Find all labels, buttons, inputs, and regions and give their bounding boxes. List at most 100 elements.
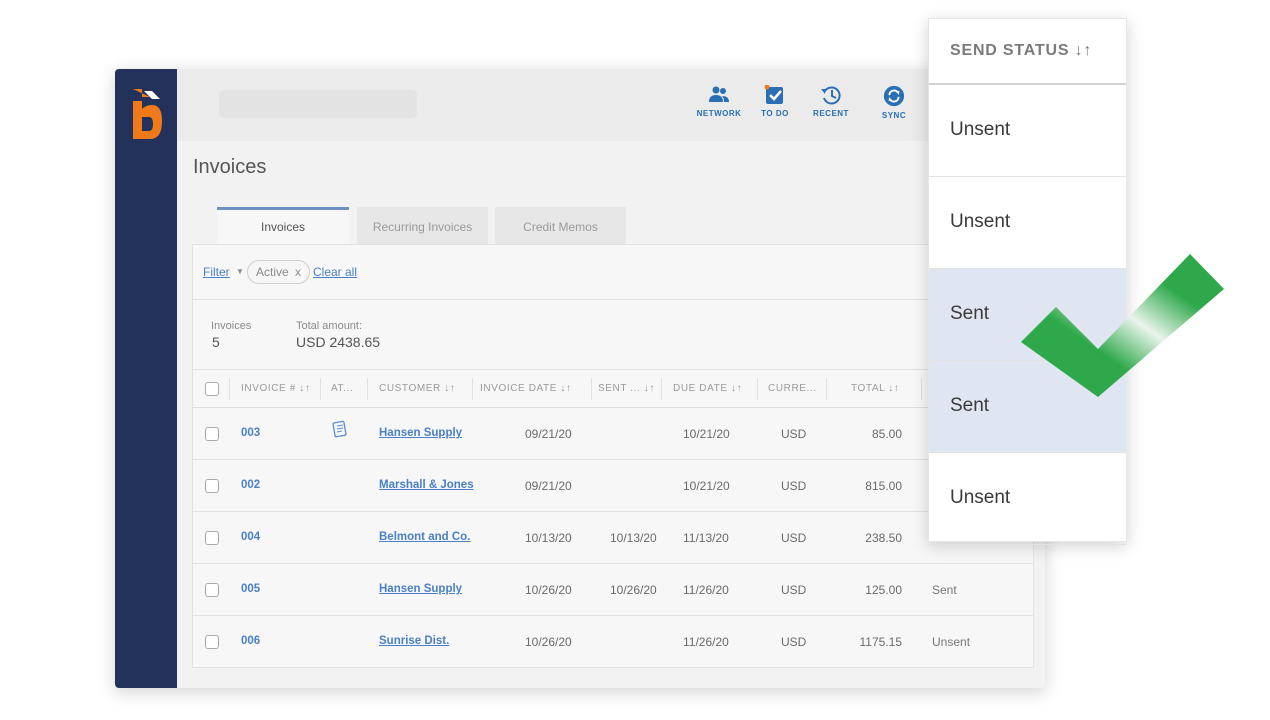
invoice-total: 125.00 xyxy=(865,583,902,597)
column-divider xyxy=(921,378,922,400)
header-total[interactable]: TOTAL ↓↑ xyxy=(851,383,900,394)
sync-icon xyxy=(883,85,905,107)
header-customer[interactable]: CUSTOMER ↓↑ xyxy=(379,383,455,394)
left-rail xyxy=(115,69,177,688)
nav-sync-label: SYNC xyxy=(881,111,907,120)
header-sent-date[interactable]: SENT ... ↓↑ xyxy=(598,383,655,394)
customer-link[interactable]: Hansen Supply xyxy=(379,427,462,439)
row-checkbox[interactable] xyxy=(205,635,219,649)
invoices-panel: Filter ▼ Active x Clear all Invoices 5 T… xyxy=(192,244,1034,668)
nav-todo-button[interactable]: TO DO xyxy=(746,85,804,133)
search-input[interactable] xyxy=(219,90,417,118)
column-divider xyxy=(229,378,230,400)
invoice-number-link[interactable]: 003 xyxy=(241,427,260,439)
stage: NETWORK TO DO RECENT SYNC Invoices Invoi… xyxy=(0,0,1270,720)
tab-credit-memos[interactable]: Credit Memos xyxy=(495,207,626,244)
send-status: Unsent xyxy=(932,635,971,649)
clear-all-link[interactable]: Clear all xyxy=(313,265,357,279)
currency: USD xyxy=(781,583,807,597)
invoice-date: 10/26/20 xyxy=(525,583,572,597)
nav-network-button[interactable]: NETWORK xyxy=(690,85,748,133)
invoices-count-value: 5 xyxy=(212,334,220,350)
due-date: 11/26/20 xyxy=(683,583,729,597)
send-status-value: Unsent xyxy=(950,487,1011,508)
due-date: 10/21/20 xyxy=(683,479,730,493)
currency: USD xyxy=(781,479,807,493)
invoice-date: 09/21/20 xyxy=(525,427,572,441)
active-filter-label: Active xyxy=(256,265,289,279)
send-status-value: Sent xyxy=(950,303,990,324)
app-window: NETWORK TO DO RECENT SYNC Invoices Invoi… xyxy=(115,69,1045,688)
due-date: 11/26/20 xyxy=(683,635,729,649)
invoice-number-link[interactable]: 005 xyxy=(241,583,260,595)
invoice-total: 1175.15 xyxy=(859,635,903,649)
table-header: INVOICE # ↓↑ AT... CUSTOMER ↓↑ INVOICE D… xyxy=(193,370,1033,408)
page-title: Invoices xyxy=(193,156,267,178)
header-invoice-number[interactable]: INVOICE # ↓↑ xyxy=(241,383,310,394)
active-filter-chip[interactable]: Active x xyxy=(247,260,311,284)
send-status-row: Unsent xyxy=(929,453,1126,545)
header-attachment[interactable]: AT... xyxy=(331,383,353,394)
due-date: 10/21/20 xyxy=(683,427,730,441)
tab-invoices[interactable]: Invoices xyxy=(217,207,349,244)
nav-recent-button[interactable]: RECENT xyxy=(802,85,860,133)
column-divider xyxy=(661,378,662,400)
customer-link[interactable]: Sunrise Dist. xyxy=(379,635,449,647)
table-row[interactable]: 003 Hansen Supply 09/21/20 10/21/20 USD 85.00 xyxy=(193,408,1033,460)
customer-link[interactable]: Belmont and Co. xyxy=(379,531,470,543)
table-row[interactable]: 006 Sunrise Dist. 10/26/20 11/26/20 USD 1175.… xyxy=(193,616,1033,668)
nav-sync-button[interactable]: SYNC xyxy=(865,85,923,133)
invoice-summary: Invoices 5 Total amount: USD 2438.65 xyxy=(193,300,1033,370)
network-icon xyxy=(709,86,729,102)
table-row[interactable]: 005 Hansen Supply 10/26/20 10/26/20 11/26/20… xyxy=(193,564,1033,616)
top-bar: NETWORK TO DO RECENT SYNC xyxy=(177,69,1045,141)
send-status-value: Unsent xyxy=(950,211,1011,232)
send-status-row: Unsent xyxy=(929,85,1126,177)
customer-link[interactable]: Marshall & Jones xyxy=(379,479,474,491)
nav-todo-label: TO DO xyxy=(761,109,789,118)
table-row[interactable]: 004 Belmont and Co. 10/13/20 10/13/20 11/13/… xyxy=(193,512,1033,564)
chip-close-icon[interactable]: x xyxy=(295,265,301,279)
invoice-number-link[interactable]: 002 xyxy=(241,479,260,491)
invoice-number-link[interactable]: 004 xyxy=(241,531,260,543)
invoice-total: 85.00 xyxy=(871,427,902,441)
row-checkbox[interactable] xyxy=(205,531,219,545)
table-row[interactable]: 002 Marshall & Jones 09/21/20 10/21/20 USD 81… xyxy=(193,460,1033,512)
attachment-icon[interactable] xyxy=(331,420,349,441)
send-status-header-label: SEND STATUS ↓↑ xyxy=(950,42,1093,59)
recent-icon xyxy=(821,86,841,105)
todo-icon xyxy=(764,85,783,104)
header-invoice-date[interactable]: INVOICE DATE ↓↑ xyxy=(480,383,572,394)
select-all-checkbox[interactable] xyxy=(205,382,219,396)
send-status-value: Unsent xyxy=(950,119,1011,140)
total-amount-label: Total amount: xyxy=(296,320,363,332)
invoice-date: 10/26/20 xyxy=(525,635,572,649)
invoice-number-link[interactable]: 006 xyxy=(241,635,260,647)
send-status: Sent xyxy=(932,583,957,597)
tab-recurring-invoices[interactable]: Recurring Invoices xyxy=(357,207,488,244)
column-divider xyxy=(472,378,473,400)
brand-logo-icon[interactable] xyxy=(130,87,164,141)
send-status-header[interactable]: SEND STATUS ↓↑ xyxy=(929,19,1126,85)
invoice-total: 815.00 xyxy=(865,479,902,493)
chevron-down-icon[interactable]: ▼ xyxy=(236,267,244,276)
invoices-count-label: Invoices xyxy=(211,320,252,332)
filter-button[interactable]: Filter xyxy=(203,265,230,279)
header-currency[interactable]: CURRE... xyxy=(768,383,817,394)
row-checkbox[interactable] xyxy=(205,427,219,441)
row-checkbox[interactable] xyxy=(205,479,219,493)
column-divider xyxy=(320,378,321,400)
currency: USD xyxy=(781,531,807,545)
header-due-date[interactable]: DUE DATE ↓↑ xyxy=(673,383,742,394)
sent-date: 10/26/20 xyxy=(610,583,657,597)
column-divider xyxy=(757,378,758,400)
customer-link[interactable]: Hansen Supply xyxy=(379,583,462,595)
invoice-date: 10/13/20 xyxy=(525,531,572,545)
nav-recent-label: RECENT xyxy=(813,109,849,118)
invoice-date: 09/21/20 xyxy=(525,479,572,493)
currency: USD xyxy=(781,635,807,649)
column-divider xyxy=(826,378,827,400)
column-divider xyxy=(367,378,368,400)
row-checkbox[interactable] xyxy=(205,583,219,597)
sent-date: 10/13/20 xyxy=(610,531,657,545)
